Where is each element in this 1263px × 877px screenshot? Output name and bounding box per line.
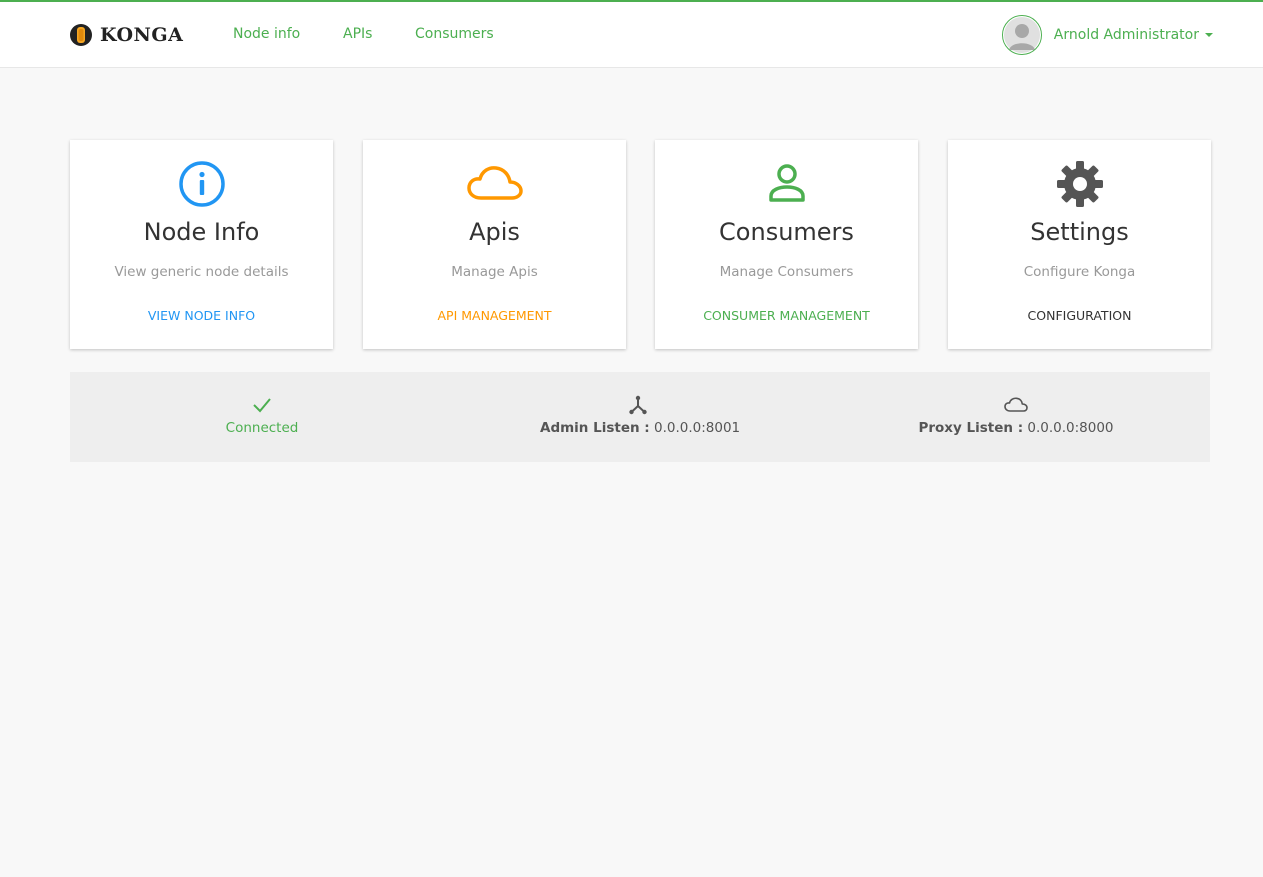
cloud-outline-icon <box>918 394 1114 416</box>
card-node-info: Node Info View generic node details VIEW… <box>70 140 333 349</box>
user-name: Arnold Administrator <box>1053 27 1199 43</box>
consumer-management-link[interactable]: CONSUMER MANAGEMENT <box>655 308 918 323</box>
gear-icon <box>948 160 1211 208</box>
avatar <box>1001 15 1042 55</box>
proxy-listen-value: 0.0.0.0:8000 <box>1027 420 1114 436</box>
proxy-listen-text: Proxy Listen : 0.0.0.0:8000 <box>918 420 1114 436</box>
connection-status: Connected <box>212 394 312 436</box>
card-settings: Settings Configure Konga CONFIGURATION <box>948 140 1211 349</box>
nav-node-info[interactable]: Node info <box>233 26 300 42</box>
chevron-down-icon <box>1205 33 1213 37</box>
configuration-link[interactable]: CONFIGURATION <box>948 308 1211 323</box>
info-icon <box>70 160 333 208</box>
card-consumers: Consumers Manage Consumers CONSUMER MANA… <box>655 140 918 349</box>
card-apis: Apis Manage Apis API MANAGEMENT <box>363 140 626 349</box>
admin-listen-status: Admin Listen : 0.0.0.0:8001 <box>540 394 740 436</box>
brand-name: KONGA <box>100 24 184 46</box>
card-title: Node Info <box>143 218 260 246</box>
api-management-link[interactable]: API MANAGEMENT <box>363 308 626 323</box>
cloud-icon <box>363 160 626 208</box>
admin-listen-label: Admin Listen : <box>540 420 650 436</box>
card-description: Configure Konga <box>1023 264 1136 280</box>
admin-listen-text: Admin Listen : 0.0.0.0:8001 <box>540 420 740 436</box>
user-icon <box>655 160 918 208</box>
card-title: Settings <box>1030 218 1129 246</box>
view-node-info-link[interactable]: VIEW NODE INFO <box>70 308 333 323</box>
konga-logo-icon <box>70 23 92 47</box>
user-menu[interactable]: Arnold Administrator <box>1001 14 1213 56</box>
network-icon <box>540 394 736 416</box>
avatar-placeholder-icon <box>1003 17 1040 53</box>
top-navbar: KONGA Node info APIs Consumers Arnold Ad… <box>0 0 1263 68</box>
checkmark-icon <box>212 394 312 416</box>
brand-logo[interactable]: KONGA <box>70 21 183 49</box>
nav-apis[interactable]: APIs <box>343 26 372 42</box>
card-description: View generic node details <box>114 264 289 280</box>
admin-listen-value: 0.0.0.0:8001 <box>654 420 741 436</box>
connection-label: Connected <box>225 420 299 436</box>
card-title: Apis <box>469 218 520 246</box>
nav-consumers[interactable]: Consumers <box>415 26 494 42</box>
status-bar: Connected Admin Listen : 0.0.0.0:8001 Pr… <box>70 372 1210 462</box>
proxy-listen-label: Proxy Listen : <box>918 420 1024 436</box>
card-description: Manage Consumers <box>719 264 854 280</box>
proxy-listen-status: Proxy Listen : 0.0.0.0:8000 <box>918 394 1114 436</box>
card-description: Manage Apis <box>451 264 538 280</box>
card-title: Consumers <box>719 218 854 246</box>
